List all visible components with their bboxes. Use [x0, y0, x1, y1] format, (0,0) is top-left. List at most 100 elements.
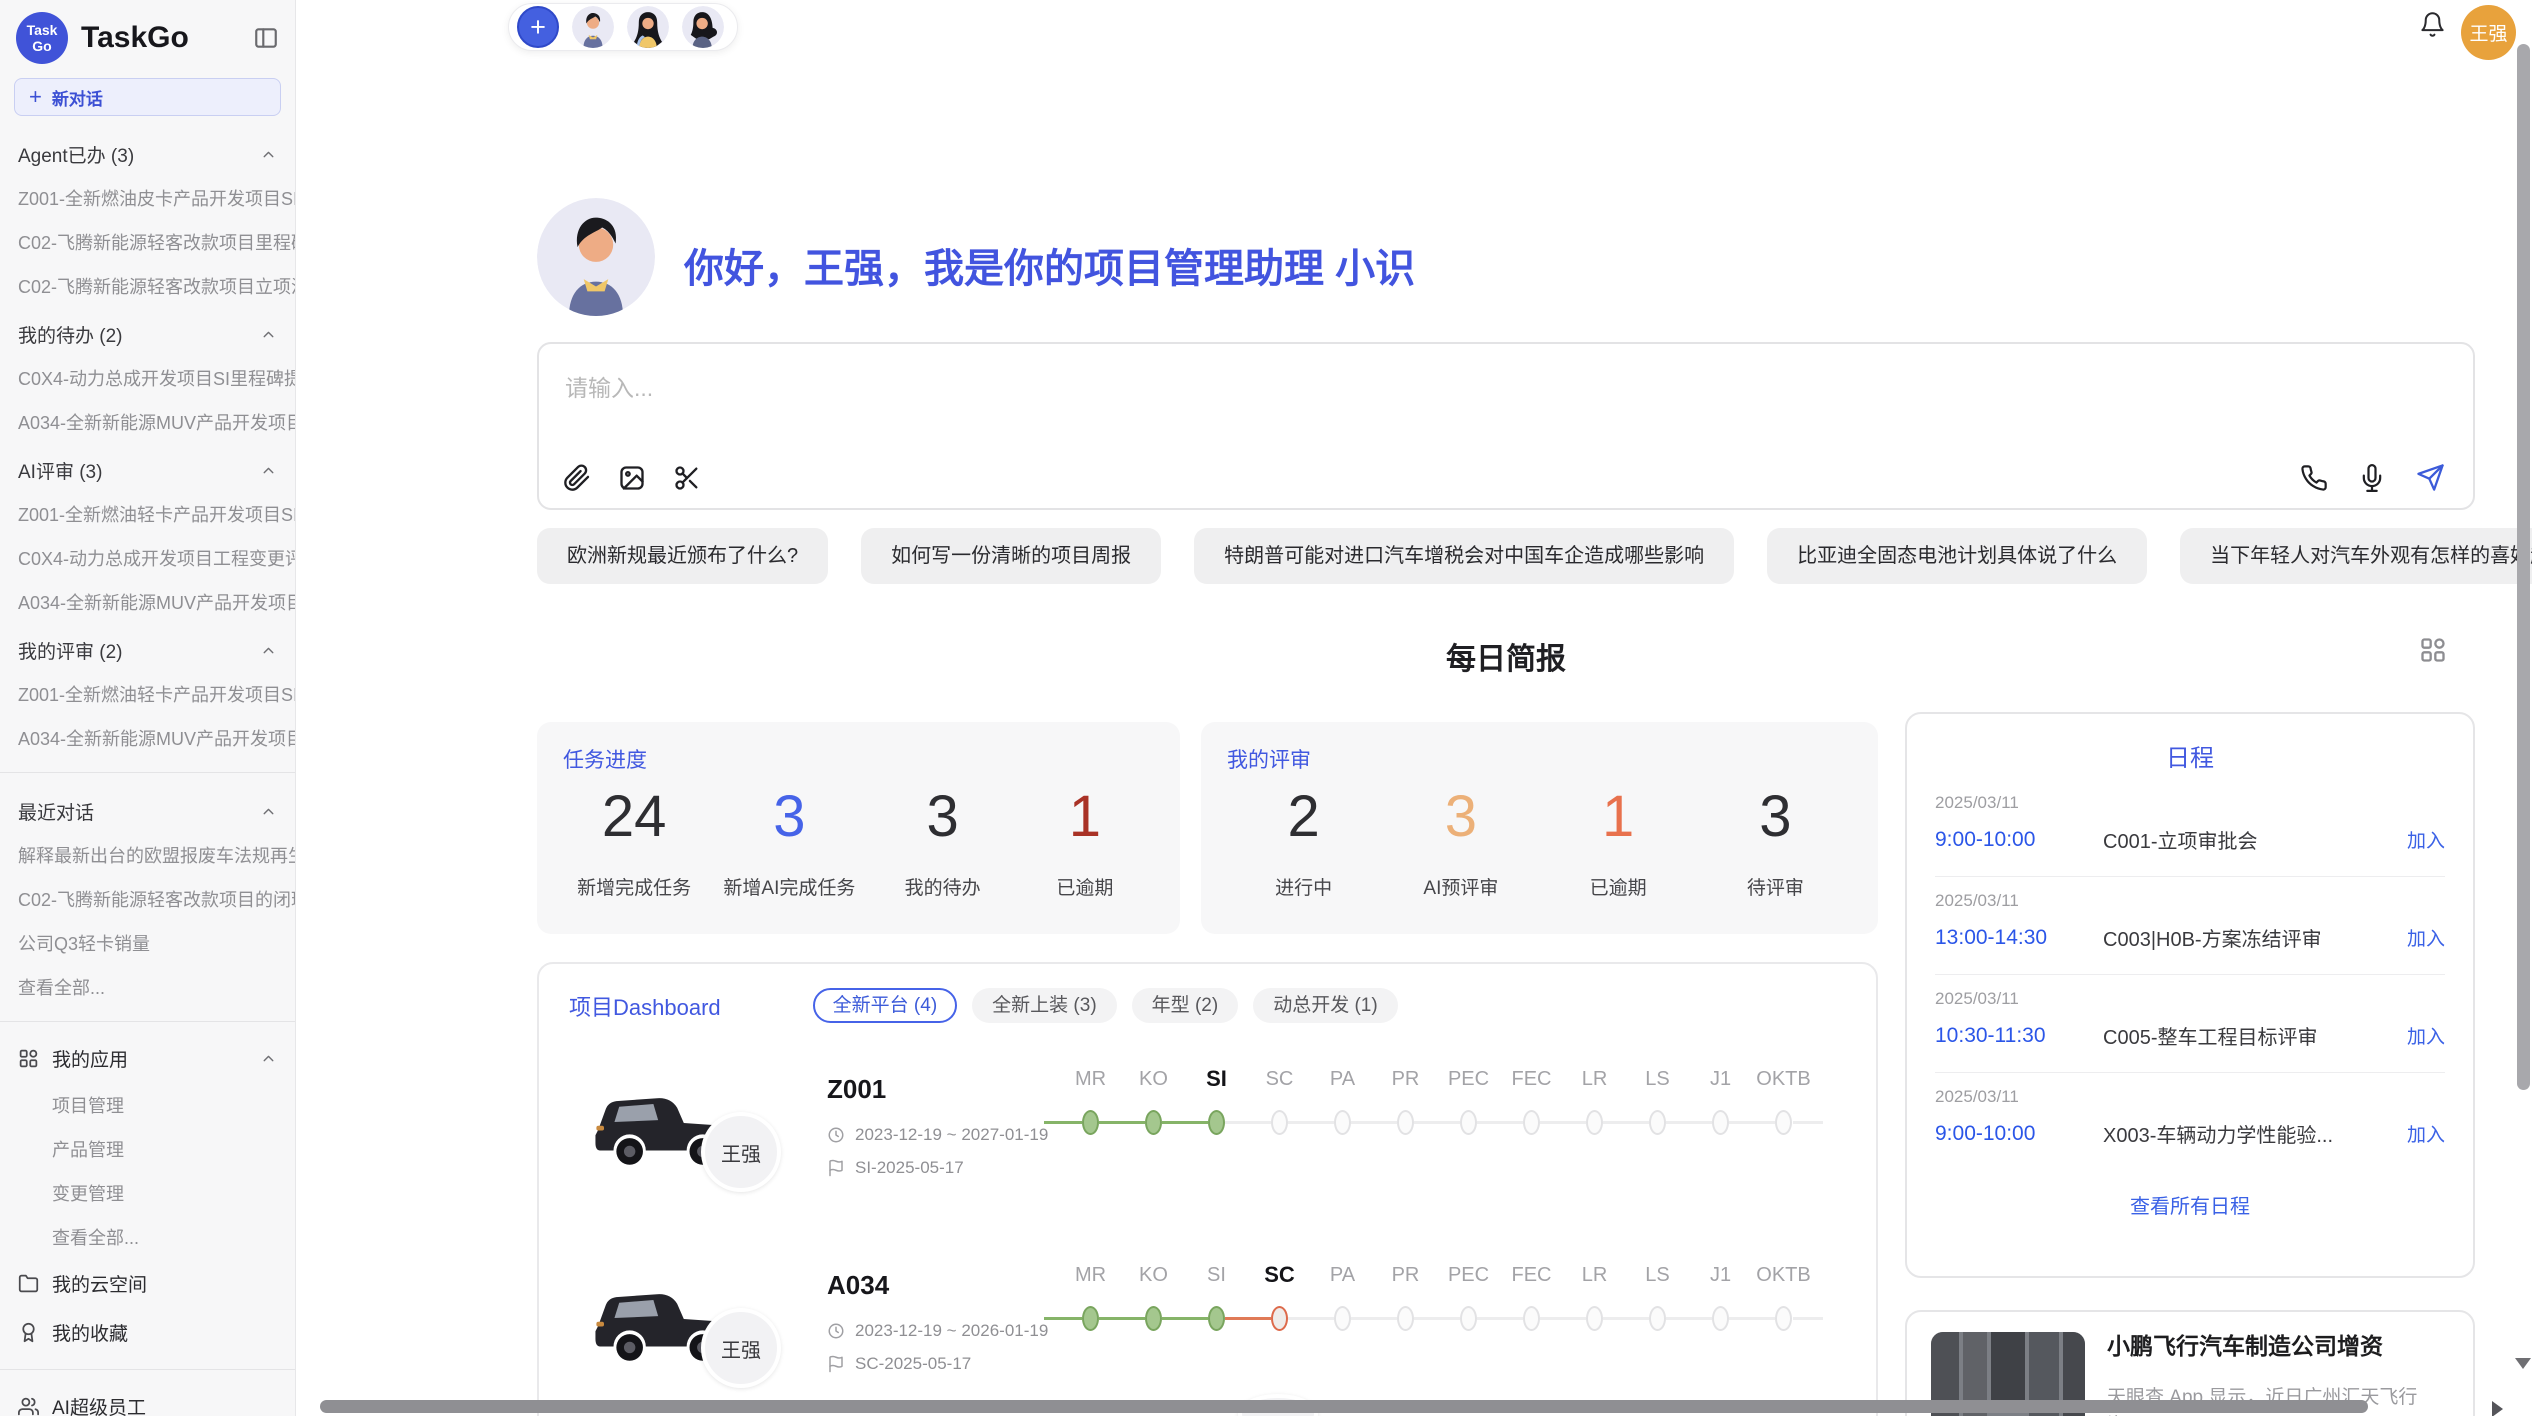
scroll-down-arrow-icon[interactable]: [2515, 1358, 2531, 1369]
stat: 2进行中: [1249, 784, 1359, 900]
join-event-link[interactable]: 加入: [2407, 1120, 2445, 1147]
milestone-node: [1208, 1306, 1225, 1331]
chat-input[interactable]: [565, 366, 2447, 410]
layout-grid-icon[interactable]: [2419, 636, 2447, 664]
sidebar-conversation-item[interactable]: C02-飞腾新能源轻客改款项目立项汇报方案: [0, 264, 295, 308]
stat-row: 24新增完成任务3新增AI完成任务3我的待办1已逾期: [537, 774, 1180, 900]
dashboard-filter-tab[interactable]: 动总开发 (1): [1253, 988, 1398, 1023]
voice-call-icon[interactable]: [2300, 464, 2328, 492]
sidebar-conversation-item[interactable]: C02-飞腾新能源轻客改款项目里程碑画布: [0, 220, 295, 264]
suggestion-chip[interactable]: 特朗普可能对进口汽车增税会对中国车企造成哪些影响: [1194, 528, 1734, 584]
sidebar-conversation-item[interactable]: Z001-全新燃油轻卡产品开发项目SI造型提交物评审: [0, 492, 295, 536]
stat-label: 已逾期: [1563, 873, 1673, 900]
sidebar-conversation-item[interactable]: Z001-全新燃油轻卡产品开发项目SI节点属性5D文件评审: [0, 672, 295, 716]
sidebar-tool-item[interactable]: AI超级员工: [0, 1382, 295, 1416]
stat-value: 3: [1406, 784, 1516, 851]
milestone-label: KO: [1139, 1062, 1168, 1096]
recent-conversation-item[interactable]: 解释最新出台的欧盟报废车法规再生塑料比例被调至15%...: [0, 833, 295, 877]
sidebar-item-my-apps[interactable]: 我的应用: [0, 1034, 295, 1083]
stat: 3 AI预评审: [1406, 784, 1516, 900]
sidebar: Task Go TaskGo + 新对话 Agent已办 (3)Z001-全新燃…: [0, 0, 296, 1416]
timeline-trail-line: [1793, 1121, 1823, 1124]
suggestion-chip[interactable]: 比亚迪全固态电池计划具体说了什么: [1767, 528, 2147, 584]
sidebar-section-header[interactable]: 最近对话: [0, 785, 295, 833]
event-title: C005-整车工程目标评审: [2103, 1021, 2407, 1050]
milestone: FEC: [1500, 1062, 1563, 1135]
suggestion-chip[interactable]: 欧洲新规最近颁布了什么?: [537, 528, 828, 584]
sidebar-conversation-item[interactable]: A034-全新新能源MUV产品开发项目计划变更表编写: [0, 400, 295, 444]
sidebar-section-header[interactable]: Agent已办 (3): [0, 128, 295, 176]
sidebar-section-header[interactable]: AI评审 (3): [0, 444, 295, 492]
horizontal-scrollbar[interactable]: [320, 1400, 2368, 1413]
crew-member-avatar[interactable]: [627, 6, 669, 48]
sidebar-conversation-item[interactable]: A034-全新新能源MUV产品开发项目造型可行性评审: [0, 716, 295, 760]
timeline-connector: [1666, 1121, 1712, 1124]
vertical-scrollbar[interactable]: [2517, 44, 2530, 1090]
join-event-link[interactable]: 加入: [2407, 826, 2445, 853]
new-chat-button[interactable]: + 新对话: [14, 78, 281, 116]
milestone-node: [1460, 1110, 1477, 1135]
app-link[interactable]: 项目管理: [0, 1083, 295, 1127]
scroll-right-arrow-icon[interactable]: [2492, 1401, 2503, 1416]
microphone-icon[interactable]: [2358, 464, 2386, 492]
suggestion-chip[interactable]: 如何写一份清晰的项目周报: [861, 528, 1161, 584]
recent-conversation-item[interactable]: C02-飞腾新能源轻客改款项目的闭环通告反馈情况: [0, 877, 295, 921]
dashboard-filter-tab[interactable]: 全新平台 (4): [813, 988, 958, 1023]
sidebar-item-award[interactable]: 我的收藏: [0, 1308, 295, 1357]
event-time: 9:00-10:00: [1935, 828, 2103, 852]
dashboard-filter-tab[interactable]: 全新上装 (3): [972, 988, 1117, 1023]
milestone-label: MR: [1075, 1258, 1106, 1292]
view-all-conversations-link[interactable]: 查看全部...: [0, 965, 295, 1009]
sidebar-item-folder[interactable]: 我的云空间: [0, 1259, 295, 1308]
join-event-link[interactable]: 加入: [2407, 1022, 2445, 1049]
event-time: 9:00-10:00: [1935, 1122, 2103, 1146]
app-logo: Task Go: [16, 12, 68, 64]
stat-label: 进行中: [1249, 873, 1359, 900]
schedule-card: 日程 2025/03/119:00-10:00C001-立项审批会加入2025/…: [1905, 712, 2475, 1278]
milestone-label: PA: [1330, 1062, 1355, 1096]
join-event-link[interactable]: 加入: [2407, 924, 2445, 951]
milestone-node: [1523, 1306, 1540, 1331]
sidebar-conversation-item[interactable]: A034-全新新能源MUV产品开发项目法规符合性评审: [0, 580, 295, 624]
stat-label: AI预评审: [1406, 873, 1516, 900]
dashboard-tabs: 全新平台 (4) 全新上装 (3) 年型 (2) 动总开发 (1): [813, 988, 1398, 1023]
collapse-sidebar-icon[interactable]: [253, 25, 279, 51]
stat-value: 3: [723, 784, 855, 851]
sidebar-conversation-item[interactable]: C0X4-动力总成开发项目工程变更评审: [0, 536, 295, 580]
crew-member-avatar[interactable]: [682, 6, 724, 48]
suggestion-chip[interactable]: 当下年轻人对汽车外观有怎样的喜好趋势: [2180, 528, 2532, 584]
sidebar-section-header[interactable]: 我的待办 (2): [0, 308, 295, 356]
milestone: LR: [1563, 1258, 1626, 1331]
divider: [0, 1369, 295, 1370]
recent-conversation-item[interactable]: 公司Q3轻卡销量: [0, 921, 295, 965]
send-icon[interactable]: [2416, 463, 2445, 492]
crew-member-avatar[interactable]: [572, 6, 614, 48]
user-avatar[interactable]: 王强: [2461, 5, 2516, 60]
app-title: TaskGo: [81, 21, 240, 55]
dashboard-filter-tab[interactable]: 年型 (2): [1132, 988, 1239, 1023]
app-link[interactable]: 变更管理: [0, 1171, 295, 1215]
logo-text-top: Task: [27, 22, 58, 38]
project-dashboard-card: 项目Dashboard 全新平台 (4)全新上装 (3)年型 (2)动总开发 (…: [537, 962, 1878, 1416]
project-next-milestone: SI-2025-05-17: [827, 1158, 1048, 1178]
sidebar-conversation-item[interactable]: C0X4-动力总成开发项目SI里程碑提交物检查: [0, 356, 295, 400]
sidebar-conversation-item[interactable]: Z001-全新燃油皮卡产品开发项目SI节点Lesson Learn报告: [0, 176, 295, 220]
app-link[interactable]: 产品管理: [0, 1127, 295, 1171]
view-all-schedule-link[interactable]: 查看所有日程: [1935, 1170, 2445, 1239]
sidebar-section-header[interactable]: 我的评审 (2): [0, 624, 295, 672]
notification-bell-icon[interactable]: [2419, 11, 2446, 38]
daily-briefing-title: 每日简报: [537, 634, 2475, 678]
event-date: 2025/03/11: [1935, 793, 2445, 813]
milestone-label: PEC: [1448, 1258, 1489, 1292]
image-upload-icon[interactable]: [618, 464, 646, 492]
project-row[interactable]: 王强Z0012023-12-19 ~ 2027-01-19SI-2025-05-…: [539, 1042, 1876, 1238]
timeline-connector: [1351, 1317, 1397, 1320]
view-all-apps-link[interactable]: 查看全部...: [0, 1215, 295, 1259]
project-row[interactable]: 王强A0342023-12-19 ~ 2026-01-19SC-2025-05-…: [539, 1238, 1876, 1416]
section-title: 我的待办 (2): [18, 321, 123, 348]
dashboard-header: 项目Dashboard 全新平台 (4)全新上装 (3)年型 (2)动总开发 (…: [569, 988, 1398, 1023]
schedule-title: 日程: [1935, 738, 2445, 773]
scissors-icon[interactable]: [673, 464, 701, 492]
add-member-button[interactable]: +: [517, 6, 559, 48]
attachment-icon[interactable]: [563, 464, 591, 492]
